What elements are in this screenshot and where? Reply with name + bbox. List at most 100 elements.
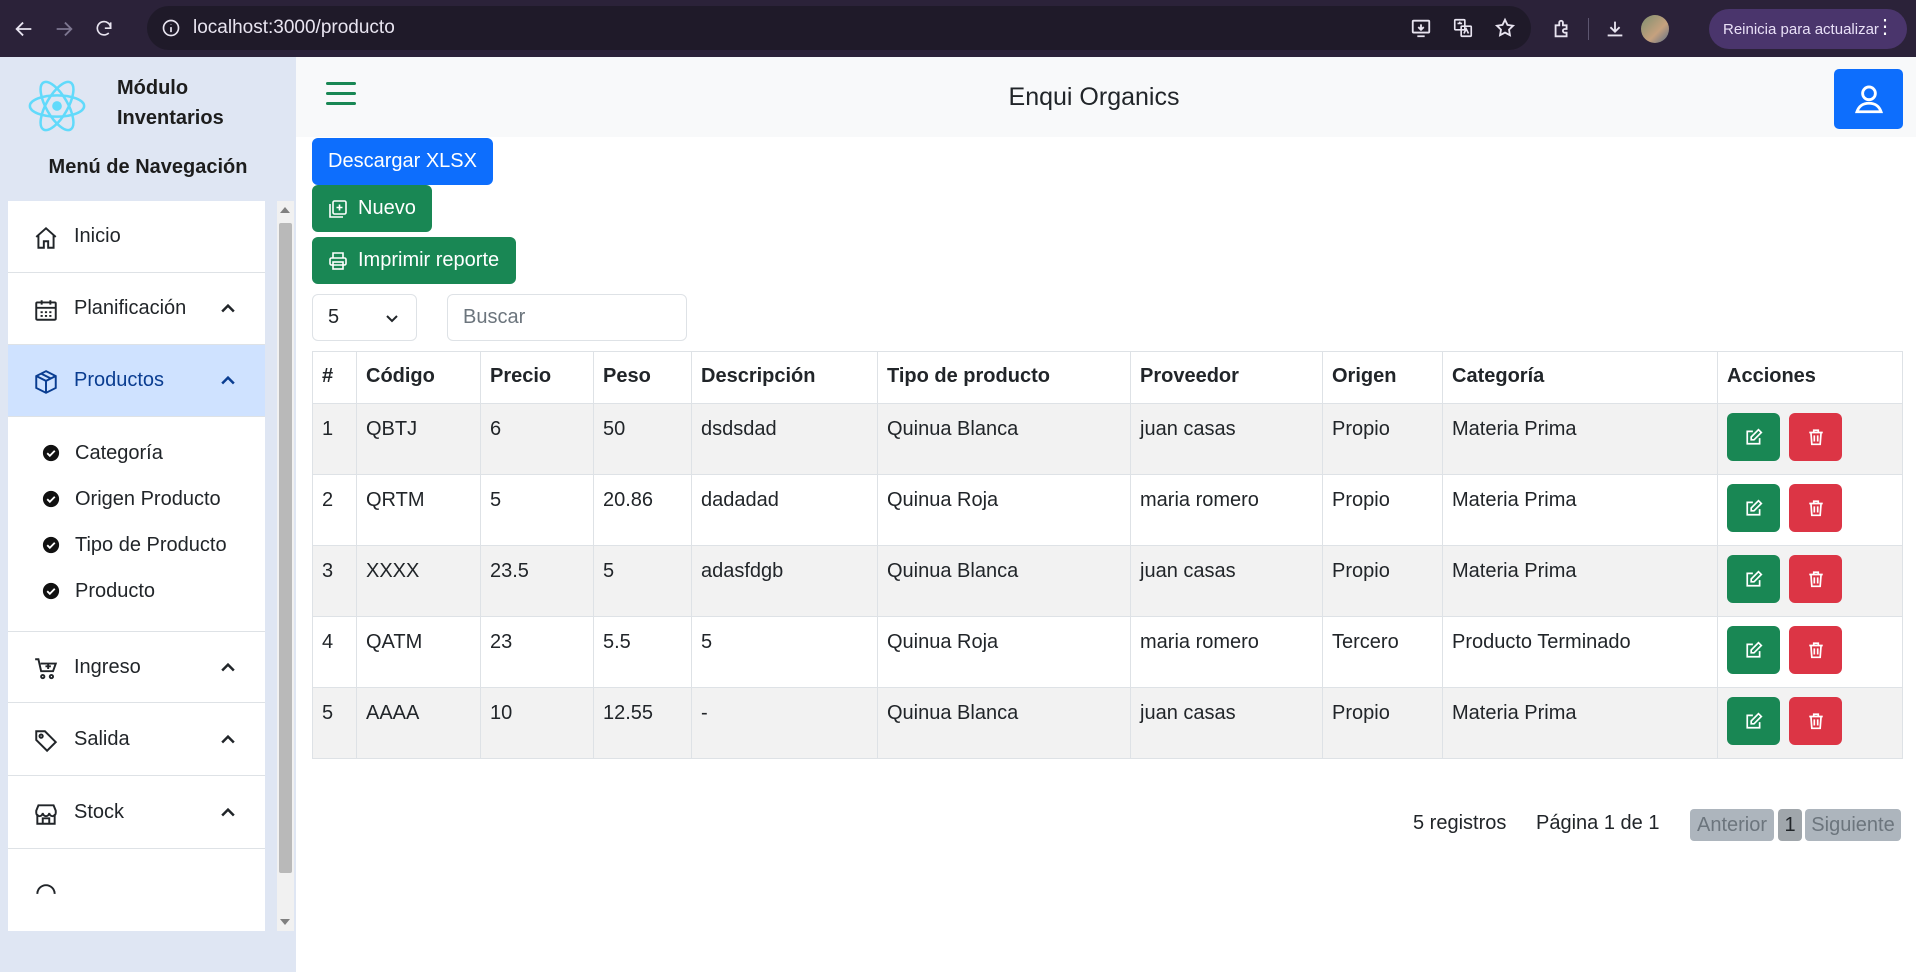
top-navbar: Enqui Organics — [296, 57, 1916, 137]
table-cell: Materia Prima — [1442, 687, 1718, 759]
column-header[interactable]: Precio — [480, 351, 594, 404]
chevron-up-icon[interactable] — [218, 658, 238, 678]
column-header[interactable]: Descripción — [691, 351, 878, 404]
chevron-up-icon[interactable] — [218, 371, 238, 391]
print-report-button[interactable]: Imprimir reporte — [312, 237, 516, 284]
chevron-up-icon[interactable] — [218, 803, 238, 823]
prev-page-button[interactable]: Anterior — [1690, 809, 1774, 841]
print-report-label: Imprimir reporte — [358, 249, 500, 271]
table-cell: Propio — [1322, 403, 1443, 475]
url-text[interactable]: localhost:3000/producto — [193, 17, 395, 39]
delete-button[interactable] — [1789, 555, 1842, 603]
actions-cell — [1717, 403, 1903, 475]
scroll-up-arrow[interactable] — [280, 207, 290, 213]
update-button[interactable]: Reinicia para actualizar ⋮ — [1709, 9, 1907, 49]
scroll-thumb[interactable] — [279, 223, 292, 873]
sidebar-subitem-origen-producto[interactable]: Origen Producto — [42, 484, 221, 514]
table-cell: 50 — [593, 403, 692, 475]
page-number-button[interactable]: 1 — [1778, 809, 1802, 841]
next-page-button[interactable]: Siguiente — [1805, 809, 1901, 841]
react-logo-icon — [28, 80, 86, 132]
brand: Módulo Inventarios — [0, 57, 296, 147]
info-icon[interactable] — [159, 16, 183, 40]
sidebar-scrollbar[interactable] — [277, 201, 294, 931]
star-icon[interactable] — [1489, 12, 1521, 44]
table-cell: 23.5 — [480, 545, 594, 617]
trash-icon — [1807, 641, 1825, 659]
sidebar-item-planificacion[interactable]: Planificación — [8, 273, 265, 345]
reload-icon[interactable] — [84, 9, 124, 49]
scroll-down-arrow[interactable] — [280, 919, 290, 925]
check-circle-icon — [42, 444, 60, 462]
actions-cell — [1717, 616, 1903, 688]
profile-avatar[interactable] — [1641, 14, 1669, 43]
edit-button[interactable] — [1727, 555, 1780, 603]
page-size-select[interactable]: 5 — [312, 294, 417, 341]
sidebar-item-ingreso[interactable]: Ingreso — [8, 631, 265, 703]
home-icon — [35, 226, 57, 249]
forward-icon[interactable] — [44, 9, 84, 49]
new-label: Nuevo — [358, 197, 416, 219]
sidebar-item-salida[interactable]: Salida — [8, 704, 265, 776]
search-input[interactable] — [447, 294, 687, 341]
column-header[interactable]: Categoría — [1442, 351, 1718, 404]
table-cell: juan casas — [1130, 545, 1323, 617]
translate-icon[interactable] — [1447, 12, 1479, 44]
edit-icon — [1745, 428, 1763, 446]
subitem-label: Producto — [75, 579, 156, 602]
edit-button[interactable] — [1727, 697, 1780, 745]
table-header-row: # Código Precio Peso Descripción Tipo de… — [312, 351, 1903, 404]
subitem-label: Tipo de Producto — [75, 533, 227, 556]
edit-button[interactable] — [1727, 413, 1780, 461]
download-icon[interactable] — [1599, 13, 1631, 45]
delete-button[interactable] — [1789, 413, 1842, 461]
sidebar-item-more[interactable] — [8, 850, 265, 922]
column-header[interactable]: Proveedor — [1130, 351, 1323, 404]
extensions-icon[interactable] — [1546, 13, 1578, 45]
table-cell: QRTM — [356, 474, 481, 546]
table-row: 3 XXXX 23.5 5 adasfdgb Quinua Blanca juan casa… — [312, 545, 1903, 617]
table-row: 1 QBTJ 6 50 dsdsdad Quinua Blanca juan casas Pr… — [312, 403, 1903, 475]
calendar-icon — [35, 300, 57, 321]
table-cell: 1 — [312, 403, 357, 475]
delete-button[interactable] — [1789, 626, 1842, 674]
sidebar-item-stock[interactable]: Stock — [8, 777, 265, 849]
column-header[interactable]: Tipo de producto — [877, 351, 1131, 404]
chevron-up-icon[interactable] — [218, 299, 238, 319]
column-header[interactable]: Origen — [1322, 351, 1443, 404]
trash-icon — [1807, 499, 1825, 517]
table-cell: maria romero — [1130, 474, 1323, 546]
edit-icon — [1745, 570, 1763, 588]
sidebar-subitem-tipo-de-producto[interactable]: Tipo de Producto — [42, 530, 227, 560]
install-icon[interactable] — [1405, 12, 1437, 44]
edit-button[interactable] — [1727, 484, 1780, 532]
edit-button[interactable] — [1727, 626, 1780, 674]
sidebar-item-inicio[interactable]: Inicio — [8, 201, 265, 273]
box-icon — [35, 370, 57, 394]
printer-icon — [329, 251, 347, 270]
delete-button[interactable] — [1789, 697, 1842, 745]
delete-button[interactable] — [1789, 484, 1842, 532]
address-bar[interactable]: localhost:3000/producto — [147, 6, 1531, 50]
chevron-up-icon[interactable] — [218, 730, 238, 750]
back-icon[interactable] — [4, 9, 44, 49]
sidebar-subitem-producto[interactable]: Producto — [42, 576, 155, 606]
download-xlsx-button[interactable]: Descargar XLSX — [312, 138, 493, 185]
user-button[interactable] — [1834, 69, 1903, 129]
menu-dots-icon[interactable]: ⋮ — [1875, 17, 1895, 37]
actions-cell — [1717, 687, 1903, 759]
column-header[interactable]: Peso — [593, 351, 692, 404]
check-circle-icon — [42, 490, 60, 508]
table-cell: dsdsdad — [691, 403, 878, 475]
sidebar-item-label: Inicio — [74, 225, 121, 247]
table-cell: dadadad — [691, 474, 878, 546]
column-header[interactable]: # — [312, 351, 357, 404]
menu-title: Menú de Navegación — [48, 156, 248, 178]
table-cell: 5 — [480, 474, 594, 546]
column-header[interactable]: Código — [356, 351, 481, 404]
cart-plus-icon — [35, 658, 58, 680]
chevron-down-icon — [386, 315, 398, 323]
new-button[interactable]: Nuevo — [312, 185, 432, 232]
sidebar-item-productos[interactable]: Productos — [8, 345, 265, 417]
sidebar-subitem-categoria[interactable]: Categoría — [42, 438, 163, 468]
